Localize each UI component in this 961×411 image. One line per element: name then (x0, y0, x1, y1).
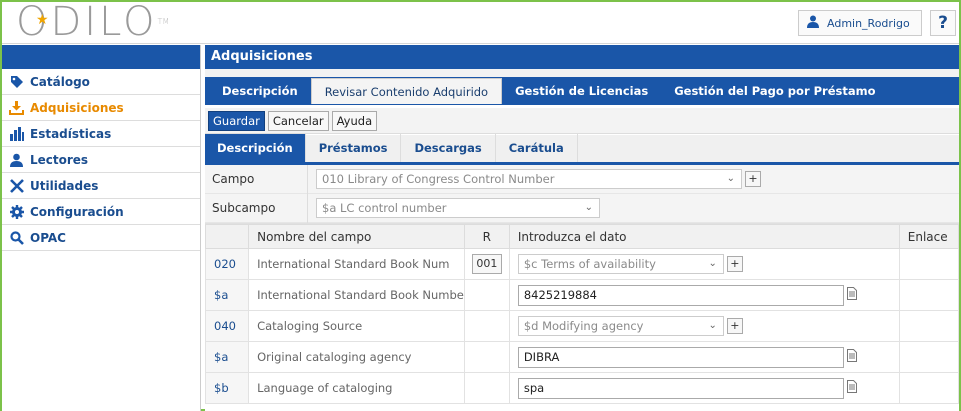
table-row: 020 International Standard Book Num 001 … (205, 248, 959, 280)
data-input[interactable]: 8425219884 (517, 284, 844, 306)
sidebar-item-adquisiciones[interactable]: Adquisiciones (2, 95, 200, 121)
download-tray-icon (9, 100, 24, 115)
field-code: $b (205, 372, 250, 404)
note-icon[interactable] (846, 287, 857, 303)
tag-icon (9, 74, 24, 89)
campo-label: Campo (205, 164, 308, 194)
user-menu[interactable]: Admin_Rodrigo (798, 10, 922, 36)
column-header-data: Introduzca el dato (508, 224, 900, 249)
bar-chart-icon (9, 126, 24, 141)
action-toolbar: Guardar Cancelar Ayuda (205, 108, 959, 134)
add-subfield-button[interactable]: + (726, 256, 743, 272)
table-row: 040 Cataloging Source $d Modifying agenc… (205, 310, 959, 342)
chevron-down-icon: ⌄ (584, 202, 593, 213)
top-bar: ★ ODILOTM Admin_Rodrigo ? (2, 2, 959, 44)
chevron-down-icon: ⌄ (726, 173, 735, 184)
campo-row: Campo 010 Library of Congress Control Nu… (205, 164, 959, 194)
table-row: $a International Standard Book Numbe 842… (205, 279, 959, 311)
sidebar-item-configuracion[interactable]: Configuración (2, 199, 200, 225)
table-row: $b Language of cataloging spa (205, 372, 959, 404)
field-code: $a (205, 279, 250, 311)
user-name: Admin_Rodrigo (827, 16, 910, 30)
subtab-caratula[interactable]: Carátula (496, 134, 578, 162)
help-button[interactable]: ? (930, 10, 956, 36)
subcampo-row: Subcampo $a LC control number ⌄ (205, 193, 959, 223)
subtab-prestamos[interactable]: Préstamos (306, 134, 402, 162)
person-icon (9, 152, 24, 167)
subfield-select[interactable]: $c Terms of availability ⌄ (517, 254, 724, 274)
sidebar-item-catalogo[interactable]: Catálogo (2, 69, 200, 95)
cancel-button[interactable]: Cancelar (267, 110, 329, 131)
help-toolbar-button[interactable]: Ayuda (331, 110, 378, 131)
sidebar-item-estadisticas[interactable]: Estadísticas (2, 121, 200, 147)
field-name: Cataloging Source (248, 310, 465, 342)
save-button[interactable]: Guardar (208, 110, 265, 131)
sidebar-item-lectores[interactable]: Lectores (2, 147, 200, 173)
field-name: Language of cataloging (248, 372, 465, 404)
tab-gestion-pago[interactable]: Gestión del Pago por Préstamo (661, 77, 888, 105)
search-icon (9, 230, 24, 245)
odilo-logo: ★ ODILOTM (16, 0, 170, 45)
sidebar: Catálogo Adquisiciones Estadísticas Lect… (2, 45, 201, 411)
fields-table: Nombre del campo R Introduzca el dato En… (205, 224, 959, 404)
table-row: $a Original cataloging agency DIBRA (205, 341, 959, 373)
sidebar-header (2, 45, 200, 69)
add-campo-button[interactable]: + (745, 171, 761, 187)
subtab-descripcion[interactable]: Descripción (205, 134, 306, 162)
sub-tab-bar: Descripción Préstamos Descargas Carátula (205, 134, 959, 165)
main-tab-bar: Descripción Revisar Contenido Adquirido … (205, 77, 959, 105)
campo-select[interactable]: 010 Library of Congress Control Number ⌄ (316, 169, 742, 189)
field-name: International Standard Book Numbe (248, 279, 465, 311)
data-input[interactable]: spa (517, 377, 844, 399)
repeat-button[interactable]: 001 (471, 254, 502, 274)
tab-revisar-contenido[interactable]: Revisar Contenido Adquirido (310, 78, 503, 104)
field-code: 020 (205, 248, 250, 280)
sidebar-item-utilidades[interactable]: Utilidades (2, 173, 200, 199)
subcampo-select[interactable]: $a LC control number ⌄ (316, 198, 600, 218)
subcampo-label: Subcampo (205, 193, 308, 223)
data-input[interactable]: DIBRA (517, 346, 844, 368)
field-name: Original cataloging agency (248, 341, 465, 373)
field-code: $a (205, 341, 250, 373)
tools-icon (9, 178, 24, 193)
main-panel: Adquisiciones Descripción Revisar Conten… (205, 45, 959, 411)
column-header-link: Enlace (898, 224, 959, 249)
sidebar-item-opac[interactable]: OPAC (2, 225, 200, 251)
column-header-r: R (463, 224, 510, 249)
page-title: Adquisiciones (205, 45, 959, 69)
tab-descripcion[interactable]: Descripción (209, 77, 311, 105)
user-icon (807, 15, 819, 31)
add-subfield-button[interactable]: + (726, 318, 743, 334)
subfield-select[interactable]: $d Modifying agency ⌄ (517, 316, 724, 336)
column-header-name: Nombre del campo (248, 224, 465, 249)
field-name: International Standard Book Num (248, 248, 465, 280)
chevron-down-icon: ⌄ (708, 320, 717, 331)
logo-star-icon: ★ (36, 12, 52, 28)
gear-icon (9, 204, 24, 219)
subtab-descargas[interactable]: Descargas (401, 134, 496, 162)
field-code: 040 (205, 310, 250, 342)
tab-gestion-licencias[interactable]: Gestión de Licencias (502, 77, 661, 105)
chevron-down-icon: ⌄ (708, 258, 717, 269)
field-selector: Campo 010 Library of Congress Control Nu… (205, 164, 959, 224)
note-icon[interactable] (846, 380, 857, 396)
note-icon[interactable] (846, 349, 857, 365)
